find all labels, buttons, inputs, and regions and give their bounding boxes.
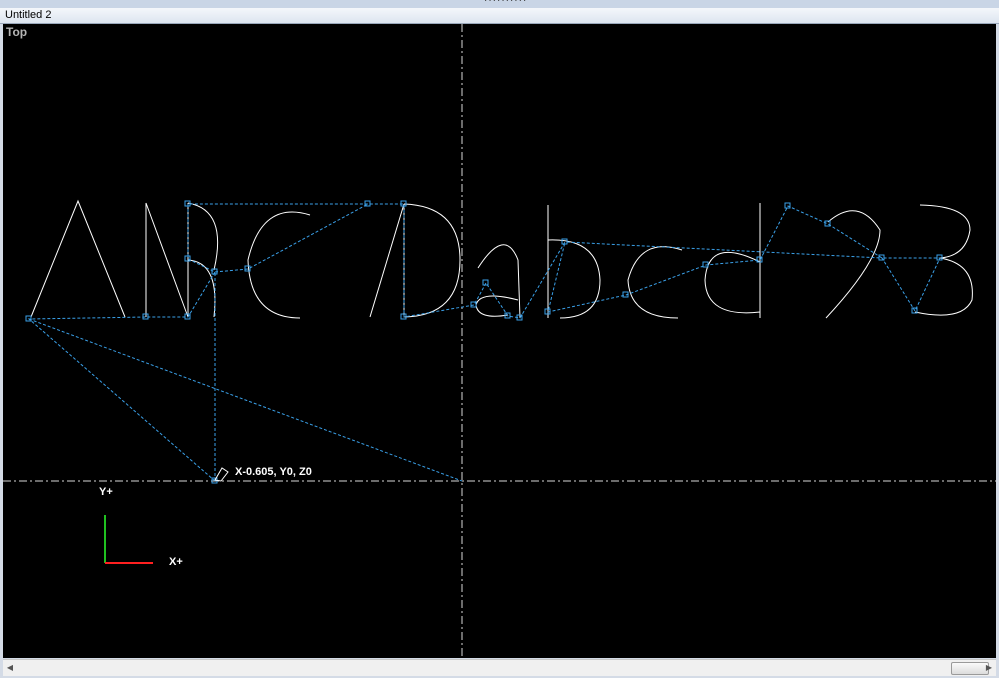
glyph-D-left bbox=[369, 203, 405, 318]
document-titlebar[interactable]: Untitled 2 bbox=[0, 8, 999, 24]
y-axis-label: Y+ bbox=[99, 486, 113, 498]
cursor-coordinate-readout: X-0.605, Y0, Z0 bbox=[235, 466, 312, 478]
toolpath-nodes bbox=[25, 200, 943, 484]
glyph-B-bowl bbox=[187, 202, 219, 318]
glyph-2 bbox=[825, 210, 881, 319]
document-title: Untitled 2 bbox=[5, 9, 52, 21]
glyph-D bbox=[403, 203, 461, 318]
drawing-viewport[interactable]: Top X-0.605, Y0, Z0 Y+ X+ bbox=[3, 24, 996, 658]
glyph-A bbox=[30, 199, 126, 318]
grip-dots: ·········· bbox=[484, 0, 528, 6]
view-name-label: Top bbox=[6, 25, 28, 39]
window-grip[interactable]: ·········· bbox=[0, 0, 999, 8]
drawing-canvas[interactable] bbox=[3, 24, 996, 658]
glyph-B bbox=[145, 202, 189, 318]
scroll-left-icon[interactable]: ◀ bbox=[3, 660, 17, 676]
horizontal-scrollbar[interactable]: ◀ ▶ bbox=[3, 659, 996, 676]
glyph-c bbox=[627, 246, 683, 319]
letter-geometry bbox=[30, 199, 973, 319]
toolpath-lines bbox=[27, 203, 941, 482]
x-axis-label: X+ bbox=[169, 556, 183, 568]
glyph-C bbox=[247, 211, 311, 319]
cad-window: ·········· Untitled 2 Top X-0.605, Y0, Z… bbox=[0, 0, 999, 678]
glyph-3 bbox=[914, 204, 973, 316]
scroll-right-icon[interactable]: ▶ bbox=[982, 660, 996, 676]
glyph-b bbox=[547, 205, 601, 319]
